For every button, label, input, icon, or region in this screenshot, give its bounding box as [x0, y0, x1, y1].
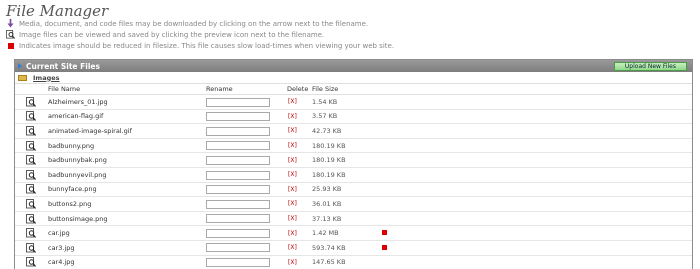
- rename-input[interactable]: [206, 112, 270, 122]
- preview-icon[interactable]: [15, 184, 46, 195]
- file-size: 3.57 KB: [312, 112, 338, 121]
- rename-input[interactable]: [206, 258, 270, 268]
- panel-title: Current Site Files: [18, 62, 100, 71]
- rename-input[interactable]: [206, 97, 270, 107]
- preview-icon[interactable]: [15, 199, 46, 209]
- delete-button[interactable]: [X]: [287, 98, 312, 105]
- rename-input[interactable]: [206, 170, 270, 180]
- file-size: 593.74 KB: [312, 243, 346, 252]
- file-list: Alzheimers_01.jpg [X] 1.54 KB american-f…: [15, 95, 692, 269]
- preview-icon[interactable]: [15, 242, 46, 253]
- folder-row[interactable]: Images: [15, 72, 692, 84]
- preview-note-text: Image files can be viewed and saved by c…: [19, 30, 325, 39]
- preview-note: Image files can be viewed and saved by c…: [6, 30, 324, 39]
- file-size: 36.01 KB: [312, 199, 342, 208]
- panel-header: Current Site Files Upload New Files: [15, 60, 692, 72]
- file-size: 1.42 MB: [312, 229, 339, 238]
- table-row: badbunny.png [X] 180.19 KB: [15, 139, 692, 154]
- file-size: 25.93 KB: [312, 185, 342, 194]
- file-name: badbunny.png: [48, 141, 95, 150]
- delete-button[interactable]: [X]: [287, 230, 312, 237]
- column-header-file-name: File Name: [48, 85, 81, 93]
- preview-icon[interactable]: [15, 169, 46, 180]
- rename-input[interactable]: [206, 243, 270, 253]
- table-row: bunnyface.png [X] 25.93 KB: [15, 183, 692, 198]
- column-header-rename: Rename: [206, 85, 233, 93]
- preview-icon[interactable]: [15, 213, 46, 224]
- preview-icon[interactable]: [15, 155, 46, 166]
- page-title: File Manager: [6, 2, 109, 20]
- download-note: Media, document, and code files may be d…: [6, 19, 368, 28]
- file-name: car4.jpg: [48, 258, 75, 267]
- table-row: badbunnybak.png [X] 180.19 KB: [15, 153, 692, 168]
- file-size: 180.19 KB: [312, 156, 346, 165]
- preview-icon[interactable]: [15, 228, 46, 239]
- filesize-warning-text: Indicates image should be reduced in fil…: [19, 41, 395, 50]
- file-name: Alzheimers_01.jpg: [48, 97, 108, 106]
- file-size: 180.19 KB: [312, 170, 346, 179]
- folder-link[interactable]: Images: [33, 74, 60, 82]
- delete-button[interactable]: [X]: [287, 157, 312, 164]
- rename-input[interactable]: [206, 185, 270, 195]
- file-size: 37.13 KB: [312, 214, 342, 223]
- column-headers: File Name Rename Delete File Size: [15, 84, 692, 95]
- rename-input[interactable]: [206, 199, 270, 209]
- file-size: 42.73 KB: [312, 126, 342, 135]
- table-row: animated-image-spiral.gif [X] 42.73 KB: [15, 124, 692, 139]
- folder-icon: [18, 74, 27, 81]
- preview-icon[interactable]: [15, 257, 46, 268]
- preview-icon[interactable]: [15, 96, 46, 107]
- file-name: bunnyface.png: [48, 185, 97, 194]
- file-name: car3.jpg: [48, 243, 75, 252]
- file-name: buttonsimage.png: [48, 214, 108, 223]
- download-arrow-icon: [6, 19, 15, 28]
- preview-icon[interactable]: [15, 111, 46, 122]
- file-name: car.jpg: [48, 229, 70, 238]
- preview-icon[interactable]: [15, 140, 46, 151]
- file-name: badbunnyevil.png: [48, 170, 107, 179]
- file-size: 1.54 KB: [312, 97, 338, 106]
- arrow-right-icon: [18, 63, 22, 69]
- table-row: Alzheimers_01.jpg [X] 1.54 KB: [15, 95, 692, 110]
- delete-button[interactable]: [X]: [287, 142, 312, 149]
- rename-input[interactable]: [206, 214, 270, 224]
- delete-button[interactable]: [X]: [287, 171, 312, 178]
- red-square-icon: [6, 41, 15, 50]
- table-row: american-flag.gif [X] 3.57 KB: [15, 110, 692, 125]
- delete-button[interactable]: [X]: [287, 127, 312, 134]
- delete-button[interactable]: [X]: [287, 200, 312, 207]
- table-row: car4.jpg [X] 147.65 KB: [15, 256, 692, 269]
- table-row: badbunnyevil.png [X] 180.19 KB: [15, 168, 692, 183]
- file-name: animated-image-spiral.gif: [48, 126, 132, 135]
- file-size: 180.19 KB: [312, 141, 346, 150]
- table-row: buttonsimage.png [X] 37.13 KB: [15, 212, 692, 227]
- delete-button[interactable]: [X]: [287, 186, 312, 193]
- delete-button[interactable]: [X]: [287, 259, 312, 266]
- preview-icon[interactable]: [15, 126, 46, 136]
- rename-input[interactable]: [206, 141, 270, 151]
- download-note-text: Media, document, and code files may be d…: [19, 19, 369, 28]
- delete-button[interactable]: [X]: [287, 215, 312, 222]
- preview-icon: [6, 30, 15, 39]
- rename-input[interactable]: [206, 228, 270, 238]
- delete-button[interactable]: [X]: [287, 244, 312, 251]
- file-name: american-flag.gif: [48, 112, 104, 121]
- file-size: 147.65 KB: [312, 258, 346, 267]
- delete-button[interactable]: [X]: [287, 113, 312, 120]
- rename-input[interactable]: [206, 155, 270, 165]
- current-site-files-panel: Current Site Files Upload New Files Imag…: [14, 59, 693, 269]
- upload-new-files-button[interactable]: Upload New Files: [613, 61, 687, 71]
- filesize-warning-note: Indicates image should be reduced in fil…: [6, 41, 394, 50]
- rename-input[interactable]: [206, 126, 270, 136]
- panel-title-text: Current Site Files: [26, 61, 100, 71]
- table-row: buttons2.png [X] 36.01 KB: [15, 197, 692, 212]
- table-row: car.jpg [X] 1.42 MB: [15, 226, 692, 241]
- reduce-filesize-flag-icon: [382, 230, 387, 236]
- file-name: badbunnybak.png: [48, 156, 107, 165]
- table-row: car3.jpg [X] 593.74 KB: [15, 241, 692, 256]
- file-name: buttons2.png: [48, 199, 92, 208]
- column-header-delete: Delete: [287, 85, 309, 93]
- reduce-filesize-flag-icon: [382, 244, 387, 250]
- column-header-file-size: File Size: [312, 85, 339, 93]
